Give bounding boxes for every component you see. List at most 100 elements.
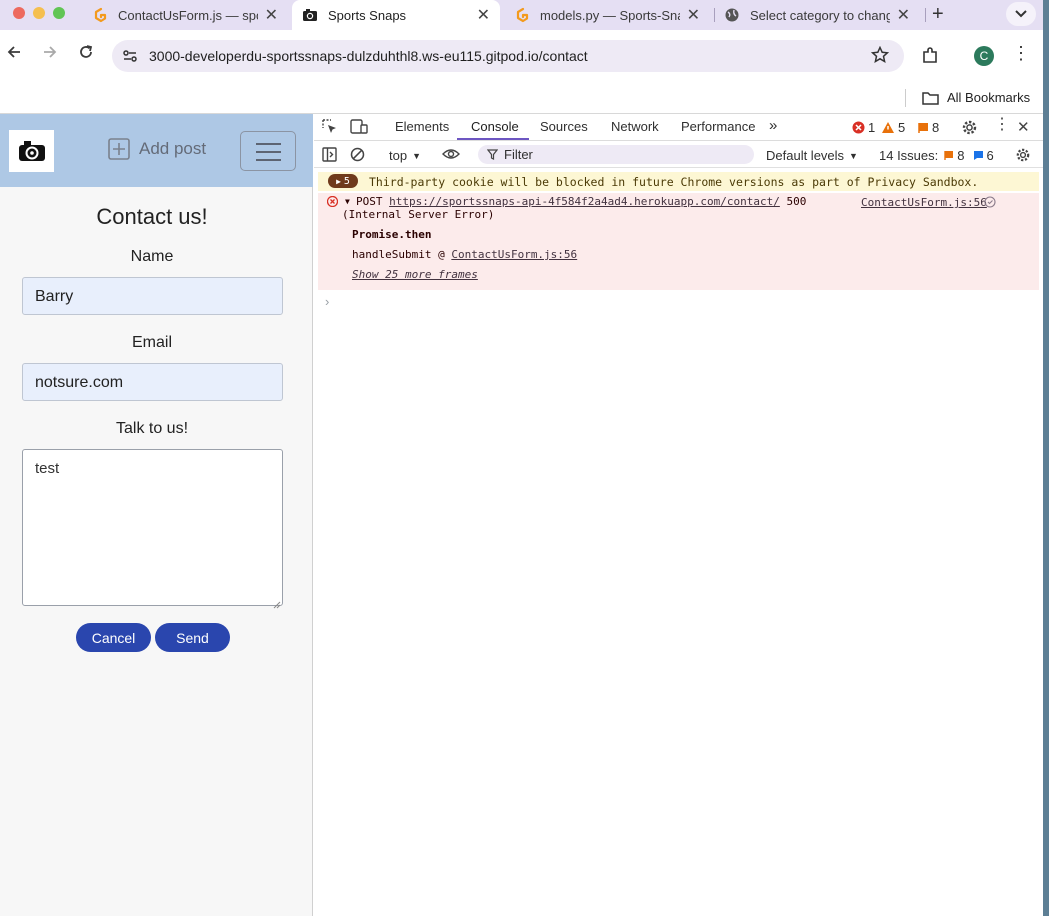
show-more-frames-link[interactable]: Show 25 more frames bbox=[352, 268, 478, 281]
back-arrow-icon[interactable] bbox=[6, 44, 22, 65]
filter-funnel-icon bbox=[487, 149, 498, 160]
url-text: 3000-developerdu-sportssnaps-dulzduhthl8… bbox=[149, 48, 588, 64]
clear-console-icon[interactable] bbox=[350, 147, 365, 165]
tab-sources[interactable]: Sources bbox=[540, 119, 588, 134]
hamburger-line bbox=[256, 159, 281, 161]
tab-sports-snaps[interactable]: Sports Snaps ✕ bbox=[292, 0, 500, 30]
chevron-down-icon bbox=[1015, 10, 1027, 18]
tab-title: Sports Snaps bbox=[328, 7, 407, 23]
close-tab-icon[interactable]: ✕ bbox=[897, 5, 910, 25]
console-settings-gear-icon[interactable] bbox=[1015, 147, 1031, 166]
issues-button[interactable]: 14 Issues: 8 6 bbox=[879, 148, 994, 163]
tab-contactusform[interactable]: ContactUsForm.js — spo ✕ bbox=[80, 0, 290, 30]
site-logo[interactable] bbox=[9, 130, 54, 172]
send-button[interactable]: Send bbox=[155, 623, 230, 652]
issue-flag-icon bbox=[918, 122, 928, 133]
address-bar[interactable]: 3000-developerdu-sportssnaps-dulzduhthl8… bbox=[112, 40, 904, 72]
error-source-link[interactable]: ContactUsForm.js:56 bbox=[861, 196, 987, 209]
close-tab-icon[interactable]: ✕ bbox=[265, 5, 278, 25]
tab-search-button[interactable] bbox=[1006, 2, 1036, 26]
kebab-menu-icon[interactable]: ⋮ bbox=[1012, 44, 1030, 62]
tab-select-category[interactable]: Select category to chang ✕ bbox=[714, 0, 924, 30]
tab-separator bbox=[925, 8, 926, 22]
context-selector[interactable]: top ▼ bbox=[389, 148, 421, 163]
folder-icon bbox=[922, 91, 939, 105]
zoom-window-button[interactable] bbox=[53, 7, 65, 19]
hamburger-line bbox=[256, 143, 281, 145]
tab-models-py[interactable]: models.py — Sports-Sna ✕ bbox=[502, 0, 712, 30]
tab-title: Select category to chang bbox=[750, 7, 890, 23]
tab-performance[interactable]: Performance bbox=[681, 119, 755, 134]
hamburger-line bbox=[256, 151, 281, 153]
more-tabs-icon[interactable]: » bbox=[769, 117, 777, 134]
extensions-icon[interactable] bbox=[921, 47, 939, 70]
forward-arrow-icon[interactable] bbox=[42, 44, 58, 65]
reload-icon[interactable] bbox=[78, 44, 94, 65]
device-toolbar-icon[interactable] bbox=[350, 119, 368, 140]
tab-console[interactable]: Console bbox=[471, 119, 519, 134]
issues-counter[interactable]: 8 bbox=[918, 120, 939, 135]
tab-network[interactable]: Network bbox=[611, 119, 659, 134]
inspect-element-icon[interactable] bbox=[322, 119, 338, 140]
console-filter-input[interactable]: Filter bbox=[478, 145, 754, 164]
close-tab-icon[interactable]: ✕ bbox=[477, 5, 490, 25]
gitpod-icon bbox=[92, 7, 108, 23]
message-label: Talk to us! bbox=[115, 420, 189, 437]
expand-triangle-icon: ▶ bbox=[336, 176, 341, 186]
stack-frame-link[interactable]: ContactUsForm.js:56 bbox=[451, 248, 577, 261]
settings-gear-icon[interactable] bbox=[961, 119, 978, 141]
repeat-count-badge: ▶ 5 bbox=[328, 174, 358, 188]
all-bookmarks-button[interactable]: All Bookmarks bbox=[922, 90, 1030, 105]
error-count: 1 bbox=[868, 120, 876, 135]
info-message-icon bbox=[973, 151, 983, 160]
log-levels-dropdown[interactable]: Default levels ▼ bbox=[766, 148, 858, 163]
cancel-button[interactable]: Cancel bbox=[76, 623, 151, 652]
sidebar-toggle-icon[interactable] bbox=[322, 147, 337, 165]
close-devtools-icon[interactable]: ✕ bbox=[1017, 118, 1030, 136]
browser-window: ContactUsForm.js — spo ✕ Sports Snaps ✕ … bbox=[0, 0, 1043, 916]
devtools-panel: Elements Console Sources Network Perform… bbox=[314, 114, 1043, 916]
console-toolbar: top ▼ Filter Default levels ▼ 14 Issues:… bbox=[314, 142, 1043, 168]
warning-icon bbox=[882, 122, 894, 133]
warning-counter[interactable]: 5 bbox=[881, 120, 905, 135]
issue-flag-icon bbox=[944, 151, 954, 160]
minimize-window-button[interactable] bbox=[33, 7, 45, 19]
devtools-tab-bar: Elements Console Sources Network Perform… bbox=[314, 114, 1043, 141]
add-post-link[interactable]: Add post bbox=[108, 138, 206, 160]
site-info-icon[interactable] bbox=[122, 48, 138, 69]
devtools-menu-icon[interactable]: ⋮ bbox=[994, 117, 1010, 133]
error-icon bbox=[852, 121, 865, 134]
close-window-button[interactable] bbox=[13, 7, 25, 19]
error-request-line: POST https://sportssnaps-api-4f584f2a4ad… bbox=[356, 195, 807, 208]
email-field[interactable]: notsure.com bbox=[22, 363, 283, 401]
add-post-label: Add post bbox=[139, 139, 207, 158]
tab-title: models.py — Sports-Sna bbox=[540, 7, 680, 23]
bookmark-star-icon[interactable] bbox=[870, 45, 890, 69]
collapse-triangle-icon[interactable]: ▼ bbox=[345, 197, 350, 206]
page-title: Contact us! bbox=[96, 204, 208, 229]
all-bookmarks-label: All Bookmarks bbox=[947, 90, 1031, 105]
email-label: Email bbox=[131, 334, 172, 351]
bookmarks-bar: All Bookmarks bbox=[0, 82, 1043, 114]
dropdown-triangle-icon: ▼ bbox=[412, 150, 421, 161]
camera-icon bbox=[302, 7, 318, 23]
profile-avatar[interactable]: C bbox=[974, 46, 994, 66]
tab-elements[interactable]: Elements bbox=[395, 119, 449, 134]
live-expression-eye-icon[interactable] bbox=[442, 147, 460, 164]
new-tab-icon[interactable]: + bbox=[932, 3, 944, 26]
console-prompt-chevron-icon[interactable]: › bbox=[325, 294, 329, 309]
resize-handle-icon[interactable] bbox=[273, 596, 281, 614]
log-levels-label: Default levels bbox=[766, 148, 845, 163]
error-counter[interactable]: 1 bbox=[852, 120, 875, 135]
issues-label: 14 Issues: bbox=[879, 148, 939, 163]
error-url-link[interactable]: https://sportssnaps-api-4f584f2a4ad4.her… bbox=[389, 195, 780, 208]
message-textarea[interactable]: test bbox=[22, 449, 283, 606]
stack-frame: handleSubmit @ ContactUsForm.js:56 bbox=[352, 248, 578, 261]
globe-icon bbox=[724, 7, 740, 23]
name-field[interactable]: Barry bbox=[22, 277, 283, 315]
active-tab-indicator bbox=[457, 138, 529, 140]
name-label: Name bbox=[130, 248, 174, 265]
console-warning-row[interactable]: ▶ 5 Third-party cookie will be blocked i… bbox=[318, 172, 1039, 191]
close-tab-icon[interactable]: ✕ bbox=[687, 5, 700, 25]
hamburger-menu-button[interactable] bbox=[240, 131, 296, 171]
